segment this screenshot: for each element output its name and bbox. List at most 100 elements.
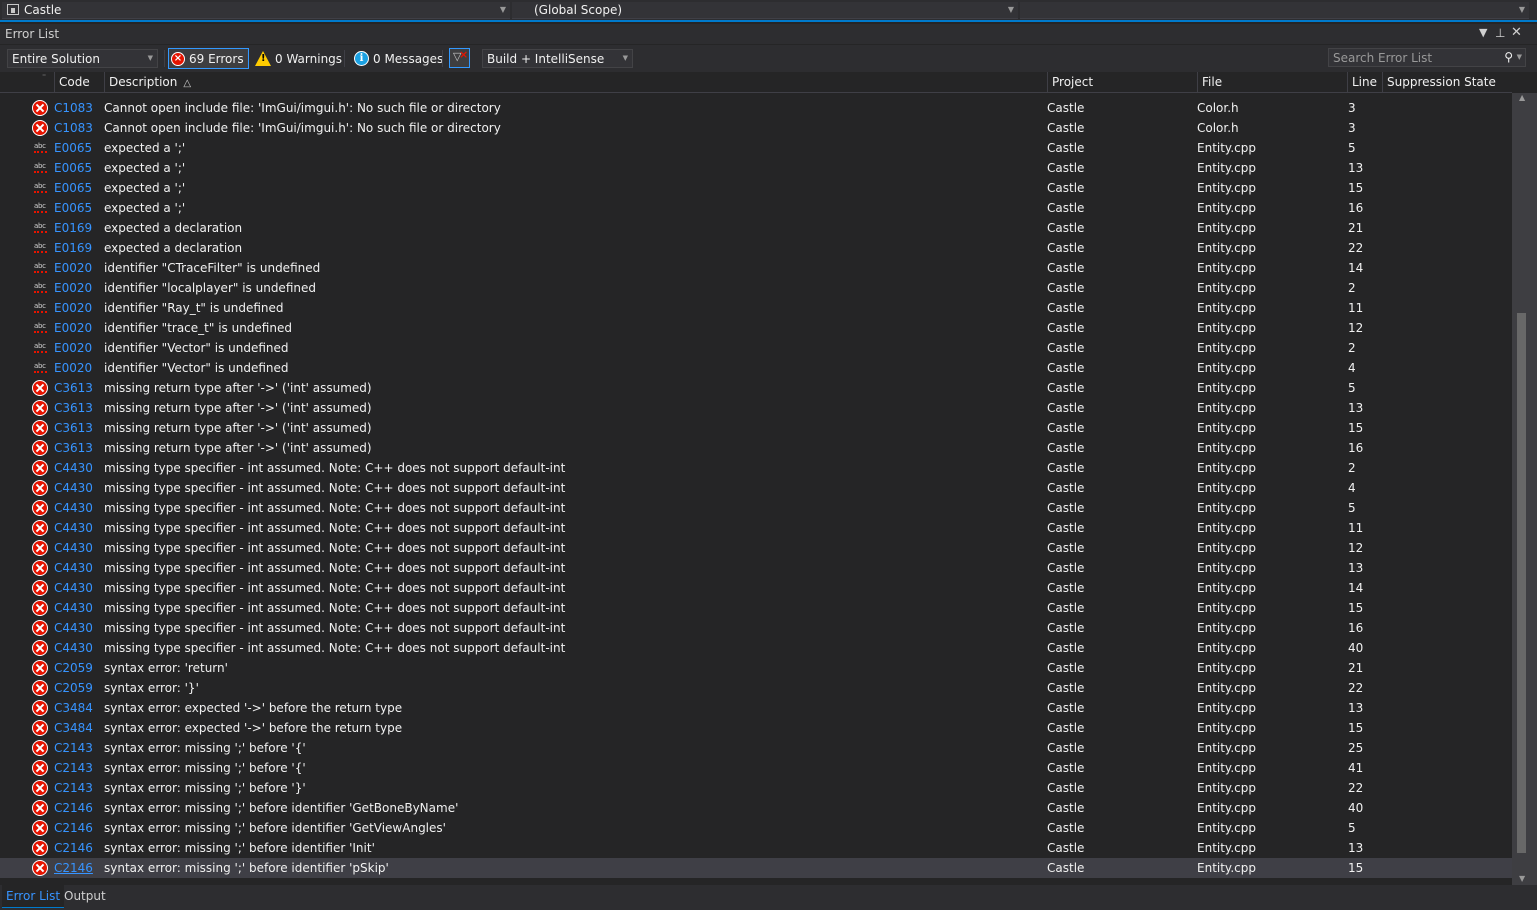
table-row[interactable]: C2143 syntax error: missing ';' before '{… [0,758,1512,778]
table-row[interactable]: abc E0020 identifier "Ray_t" is undefined C… [0,298,1512,318]
pin-icon[interactable]: ⊥ [1495,26,1505,40]
table-row[interactable]: C3484 syntax error: expected '->' before … [0,718,1512,738]
scrollbar-thumb[interactable] [1517,313,1526,853]
cell-code[interactable]: C2146 [54,798,102,818]
cell-code[interactable]: C1083 [54,98,102,118]
cell-code[interactable]: C3613 [54,438,102,458]
scroll-down-icon[interactable]: ▼ [1519,874,1525,883]
cell-code[interactable]: C4430 [54,558,102,578]
member-dropdown[interactable]: ▼ [1020,2,1529,19]
table-row[interactable]: abc E0065 expected a ';' Castle Entity.cpp 15 [0,178,1512,198]
cell-code[interactable]: C2059 [54,678,102,698]
table-row[interactable]: C4430 missing type specifier - int assume… [0,478,1512,498]
cell-code[interactable]: C4430 [54,538,102,558]
cell-code[interactable]: C4430 [54,638,102,658]
cell-code[interactable]: C2143 [54,778,102,798]
table-row[interactable]: abc E0065 expected a ';' Castle Entity.cpp 5 [0,138,1512,158]
table-row[interactable]: abc E0020 identifier "Vector" is undefined… [0,358,1512,378]
messages-filter-button[interactable]: i 0 Messages [354,48,443,69]
table-row[interactable]: C4430 missing type specifier - int assume… [0,618,1512,638]
cell-code[interactable]: C2143 [54,738,102,758]
scope-filter-combo[interactable]: Entire Solution ▼ [7,49,158,68]
tab-error-list[interactable]: Error List [2,885,65,908]
cell-code[interactable]: C4430 [54,478,102,498]
cell-code[interactable]: C2059 [54,658,102,678]
table-row[interactable]: abc E0065 expected a ';' Castle Entity.cpp 16 [0,198,1512,218]
cell-code[interactable]: C4430 [54,578,102,598]
table-row[interactable]: abc E0020 identifier "trace_t" is undefine… [0,318,1512,338]
cell-code[interactable]: E0169 [54,218,102,238]
table-row[interactable]: C3613 missing return type after '->' ('in… [0,378,1512,398]
table-row[interactable]: C4430 missing type specifier - int assume… [0,578,1512,598]
table-row[interactable]: abc E0020 identifier "CTraceFilter" is und… [0,258,1512,278]
column-header-suppression-state[interactable]: Suppression State [1382,72,1508,92]
table-row[interactable]: C2059 syntax error: '}' Castle Entity.cpp 22 [0,678,1512,698]
table-row[interactable]: C4430 missing type specifier - int assume… [0,598,1512,618]
table-row[interactable]: C2146 syntax error: missing ';' before id… [0,858,1512,878]
cell-code[interactable]: E0020 [54,358,102,378]
table-row[interactable]: C3613 missing return type after '->' ('in… [0,438,1512,458]
filter-icon[interactable]: ⁼ [42,67,46,87]
table-row[interactable]: C2059 syntax error: 'return' Castle Entity.… [0,658,1512,678]
cell-code[interactable]: C1083 [54,118,102,138]
table-row[interactable]: C4430 missing type specifier - int assume… [0,498,1512,518]
table-row[interactable]: C2146 syntax error: missing ';' before id… [0,838,1512,858]
cell-code[interactable]: E0065 [54,158,102,178]
cell-code[interactable]: C4430 [54,598,102,618]
vertical-scrollbar[interactable]: ▲ ▼ [1512,93,1537,885]
table-row[interactable]: abc E0020 identifier "Vector" is undefined… [0,338,1512,358]
table-row[interactable]: C2146 syntax error: missing ';' before id… [0,818,1512,838]
scope-dropdown[interactable]: (Global Scope) ▼ [512,2,1018,19]
table-row[interactable]: C3613 missing return type after '->' ('in… [0,398,1512,418]
search-input[interactable] [1329,49,1498,66]
cell-code[interactable]: E0020 [54,298,102,318]
table-row[interactable]: abc E0169 expected a declaration Castle Enti… [0,218,1512,238]
column-header-file[interactable]: File [1197,72,1347,92]
table-row[interactable]: abc E0020 identifier "localplayer" is unde… [0,278,1512,298]
cell-code[interactable]: C4430 [54,498,102,518]
cell-code[interactable]: C3613 [54,398,102,418]
table-row[interactable]: C4430 missing type specifier - int assume… [0,518,1512,538]
cell-code[interactable]: C2146 [54,838,102,858]
table-row[interactable]: C2143 syntax error: missing ';' before '{… [0,738,1512,758]
cell-code[interactable]: C3484 [54,718,102,738]
cell-code[interactable]: C3613 [54,418,102,438]
cell-code[interactable]: C2146 [54,858,102,878]
window-position-menu-icon[interactable]: ▼ [1479,26,1487,39]
table-row[interactable]: C4430 missing type specifier - int assume… [0,538,1512,558]
cell-code[interactable]: E0020 [54,318,102,338]
cell-code[interactable]: E0169 [54,238,102,258]
chevron-down-icon[interactable]: ▼ [1517,53,1522,61]
cell-code[interactable]: E0020 [54,338,102,358]
table-row[interactable]: C2143 syntax error: missing ';' before '}… [0,778,1512,798]
search-box[interactable]: ⚲ ▼ [1328,48,1526,67]
table-row[interactable]: C1083 Cannot open include file: 'ImGui/im… [0,118,1512,138]
cell-code[interactable]: E0065 [54,178,102,198]
cell-code[interactable]: C4430 [54,518,102,538]
column-header-description[interactable]: Description △ [104,72,1047,92]
clear-filter-button[interactable]: ▽ × [449,48,470,68]
cell-code[interactable]: C2146 [54,818,102,838]
build-source-combo[interactable]: Build + IntelliSense ▼ [482,49,633,68]
cell-code[interactable]: C3613 [54,378,102,398]
cell-code[interactable]: C4430 [54,458,102,478]
table-row[interactable]: abc E0065 expected a ';' Castle Entity.cpp 13 [0,158,1512,178]
table-row[interactable]: C2146 syntax error: missing ';' before id… [0,798,1512,818]
search-icon[interactable]: ⚲ [1504,50,1513,64]
table-row[interactable]: abc E0169 expected a declaration Castle Enti… [0,238,1512,258]
cell-code[interactable]: E0020 [54,278,102,298]
table-row[interactable]: C4430 missing type specifier - int assume… [0,458,1512,478]
table-row[interactable]: C3613 missing return type after '->' ('in… [0,418,1512,438]
cell-code[interactable]: E0065 [54,138,102,158]
column-header-code[interactable]: Code [54,72,104,92]
column-header-project[interactable]: Project [1047,72,1197,92]
project-dropdown[interactable]: Castle ▼ [2,2,510,19]
table-row[interactable]: C4430 missing type specifier - int assume… [0,558,1512,578]
cell-code[interactable]: C2143 [54,758,102,778]
column-header-line[interactable]: Line [1347,72,1382,92]
cell-code[interactable]: C3484 [54,698,102,718]
close-icon[interactable]: ✕ [1511,25,1522,40]
cell-code[interactable]: E0020 [54,258,102,278]
cell-code[interactable]: E0065 [54,198,102,218]
table-row[interactable]: C4430 missing type specifier - int assume… [0,638,1512,658]
